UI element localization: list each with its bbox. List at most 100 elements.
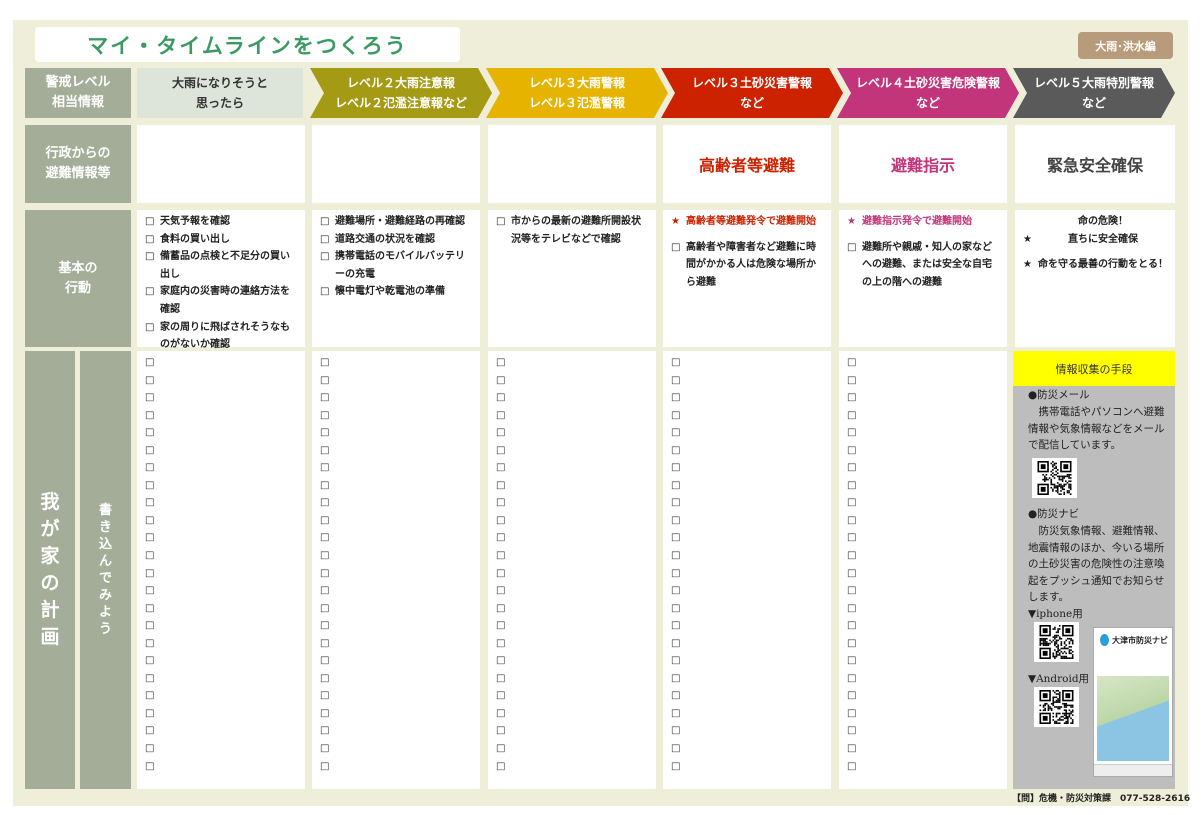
plan-checkbox[interactable]: □ [496, 529, 656, 547]
checkbox-icon[interactable]: □ [320, 231, 335, 249]
plan-checkbox[interactable]: □ [320, 617, 480, 635]
plan-checkbox[interactable]: □ [320, 705, 480, 723]
plan-checkbox[interactable]: □ [671, 442, 831, 460]
plan-checkbox[interactable]: □ [671, 705, 831, 723]
plan-checkbox[interactable]: □ [671, 547, 831, 565]
plan-checkbox[interactable]: □ [671, 354, 831, 372]
plan-checkbox[interactable]: □ [496, 600, 656, 618]
plan-checkbox[interactable]: □ [496, 705, 656, 723]
plan-checkbox[interactable]: □ [847, 705, 1007, 723]
plan-checkbox[interactable]: □ [320, 582, 480, 600]
plan-checkbox[interactable]: □ [145, 582, 305, 600]
plan-checkbox[interactable]: □ [496, 722, 656, 740]
plan-checkbox[interactable]: □ [496, 494, 656, 512]
plan-checkbox[interactable]: □ [145, 652, 305, 670]
plan-checkbox[interactable]: □ [671, 600, 831, 618]
plan-checkbox[interactable]: □ [671, 477, 831, 495]
plan-checkbox[interactable]: □ [847, 529, 1007, 547]
plan-checkbox[interactable]: □ [320, 494, 480, 512]
plan-checkbox[interactable]: □ [320, 670, 480, 688]
checkbox-icon[interactable]: □ [145, 319, 160, 337]
plan-checkbox[interactable]: □ [671, 635, 831, 653]
android-qr-code[interactable] [1034, 687, 1079, 727]
checkbox-icon[interactable]: □ [145, 283, 160, 301]
plan-checkbox[interactable]: □ [847, 547, 1007, 565]
checkbox-icon[interactable]: □ [671, 239, 686, 257]
plan-checkbox[interactable]: □ [496, 582, 656, 600]
plan-checkbox[interactable]: □ [320, 512, 480, 530]
plan-checkbox[interactable]: □ [320, 687, 480, 705]
plan-checkbox[interactable]: □ [847, 722, 1007, 740]
plan-checkbox[interactable]: □ [320, 740, 480, 758]
plan-checkbox[interactable]: □ [671, 687, 831, 705]
checkbox-icon[interactable]: □ [145, 231, 160, 249]
plan-checkbox[interactable]: □ [671, 617, 831, 635]
plan-checkbox[interactable]: □ [847, 740, 1007, 758]
checkbox-icon[interactable]: □ [320, 283, 335, 301]
plan-checkbox[interactable]: □ [847, 565, 1007, 583]
plan-checkbox[interactable]: □ [496, 687, 656, 705]
plan-checkbox[interactable]: □ [847, 477, 1007, 495]
checkbox-icon[interactable]: □ [847, 239, 862, 257]
plan-checkbox[interactable]: □ [145, 687, 305, 705]
iphone-qr-code[interactable] [1034, 622, 1079, 662]
plan-checkbox[interactable]: □ [320, 442, 480, 460]
plan-checkbox[interactable]: □ [320, 635, 480, 653]
plan-checkbox[interactable]: □ [320, 424, 480, 442]
plan-checkbox[interactable]: □ [320, 459, 480, 477]
plan-checkbox[interactable]: □ [671, 740, 831, 758]
checkbox-icon[interactable]: □ [145, 248, 160, 266]
plan-checkbox[interactable]: □ [145, 705, 305, 723]
plan-checkbox[interactable]: □ [320, 758, 480, 776]
plan-checkbox[interactable]: □ [847, 354, 1007, 372]
plan-checkbox[interactable]: □ [671, 494, 831, 512]
plan-checkbox[interactable]: □ [496, 459, 656, 477]
plan-checkbox[interactable]: □ [496, 407, 656, 425]
plan-checkbox[interactable]: □ [496, 617, 656, 635]
plan-checkbox[interactable]: □ [145, 722, 305, 740]
plan-checkbox[interactable]: □ [320, 372, 480, 390]
plan-checkbox[interactable]: □ [847, 494, 1007, 512]
plan-checkbox[interactable]: □ [671, 670, 831, 688]
plan-checkbox[interactable]: □ [320, 652, 480, 670]
plan-checkbox[interactable]: □ [671, 372, 831, 390]
plan-checkbox[interactable]: □ [847, 459, 1007, 477]
checkbox-icon[interactable]: □ [496, 213, 511, 231]
plan-checkbox[interactable]: □ [671, 722, 831, 740]
plan-checkbox[interactable]: □ [496, 389, 656, 407]
plan-checkbox[interactable]: □ [145, 442, 305, 460]
plan-checkbox[interactable]: □ [847, 442, 1007, 460]
plan-checkbox[interactable]: □ [496, 758, 656, 776]
mail-qr-code[interactable] [1032, 458, 1077, 498]
plan-checkbox[interactable]: □ [145, 670, 305, 688]
plan-checkbox[interactable]: □ [320, 529, 480, 547]
plan-checkbox[interactable]: □ [671, 582, 831, 600]
plan-checkbox[interactable]: □ [671, 424, 831, 442]
plan-checkbox[interactable]: □ [496, 372, 656, 390]
plan-checkbox[interactable]: □ [320, 407, 480, 425]
plan-checkbox[interactable]: □ [320, 389, 480, 407]
plan-checkbox[interactable]: □ [496, 670, 656, 688]
plan-checkbox[interactable]: □ [671, 512, 831, 530]
plan-checkbox[interactable]: □ [496, 652, 656, 670]
plan-checkbox[interactable]: □ [145, 424, 305, 442]
plan-checkbox[interactable]: □ [847, 635, 1007, 653]
plan-checkbox[interactable]: □ [847, 670, 1007, 688]
plan-checkbox[interactable]: □ [496, 354, 656, 372]
plan-checkbox[interactable]: □ [320, 600, 480, 618]
plan-checkbox[interactable]: □ [847, 389, 1007, 407]
plan-checkbox[interactable]: □ [847, 407, 1007, 425]
plan-checkbox[interactable]: □ [847, 687, 1007, 705]
plan-checkbox[interactable]: □ [847, 372, 1007, 390]
plan-checkbox[interactable]: □ [847, 582, 1007, 600]
plan-checkbox[interactable]: □ [496, 740, 656, 758]
plan-checkbox[interactable]: □ [145, 494, 305, 512]
plan-checkbox[interactable]: □ [671, 407, 831, 425]
plan-checkbox[interactable]: □ [496, 635, 656, 653]
checkbox-icon[interactable]: □ [320, 248, 335, 266]
plan-checkbox[interactable]: □ [145, 407, 305, 425]
plan-checkbox[interactable]: □ [496, 424, 656, 442]
plan-checkbox[interactable]: □ [847, 512, 1007, 530]
plan-checkbox[interactable]: □ [496, 477, 656, 495]
plan-checkbox[interactable]: □ [320, 722, 480, 740]
